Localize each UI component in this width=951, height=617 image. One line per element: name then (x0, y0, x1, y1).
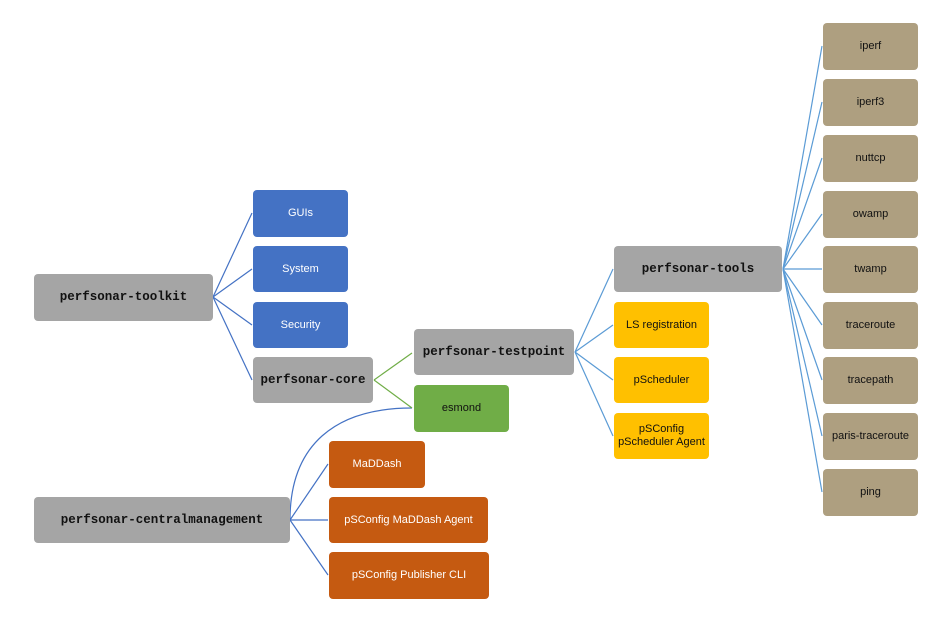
node-guis: GUIs (253, 190, 348, 237)
connector (782, 268, 823, 381)
node-maddash: MaDDash (329, 441, 425, 488)
node-pscheduler-agent: pSConfig pScheduler Agent (614, 413, 709, 459)
connector (373, 379, 413, 409)
connector (782, 268, 823, 326)
connector (782, 268, 823, 493)
connector (574, 268, 614, 353)
connector (212, 296, 253, 326)
node-perfsonar-centralmanagement: perfsonar-centralmanagement (34, 497, 290, 543)
node-perfsonar-tools: perfsonar-tools (614, 246, 782, 292)
node-psconfig-publisher-cli: pSConfig Publisher CLI (329, 552, 489, 599)
node-perfsonar-core: perfsonar-core (253, 357, 373, 403)
connector (289, 463, 329, 521)
node-tool-owamp: owamp (823, 191, 918, 238)
node-tool-traceroute: traceroute (823, 302, 918, 349)
connector (782, 101, 823, 270)
node-system: System (253, 246, 348, 292)
connector (212, 212, 253, 298)
node-tool-paris-traceroute: paris-traceroute (823, 413, 918, 460)
node-tool-ping: ping (823, 469, 918, 516)
node-perfsonar-testpoint: perfsonar-testpoint (414, 329, 574, 375)
node-tool-iperf3: iperf3 (823, 79, 918, 126)
connector (212, 296, 253, 381)
connector (373, 352, 413, 381)
node-perfsonar-toolkit: perfsonar-toolkit (34, 274, 213, 321)
node-pscheduler: pScheduler (614, 357, 709, 403)
connector (574, 351, 614, 437)
connector (289, 519, 329, 576)
node-ls-registration: LS registration (614, 302, 709, 348)
node-security: Security (253, 302, 348, 348)
perfsonar-component-diagram: perfsonar-toolkit GUIs System Security p… (0, 0, 951, 617)
node-pscondig-maddash-agent: pSConfig MaDDash Agent (329, 497, 488, 543)
connector (782, 157, 823, 270)
node-tool-tracepath: tracepath (823, 357, 918, 404)
node-tool-nuttcp: nuttcp (823, 135, 918, 182)
node-tool-twamp: twamp (823, 246, 918, 293)
node-tool-iperf: iperf (823, 23, 918, 70)
connector (782, 45, 823, 270)
connector (782, 268, 823, 437)
node-esmond: esmond (414, 385, 509, 432)
